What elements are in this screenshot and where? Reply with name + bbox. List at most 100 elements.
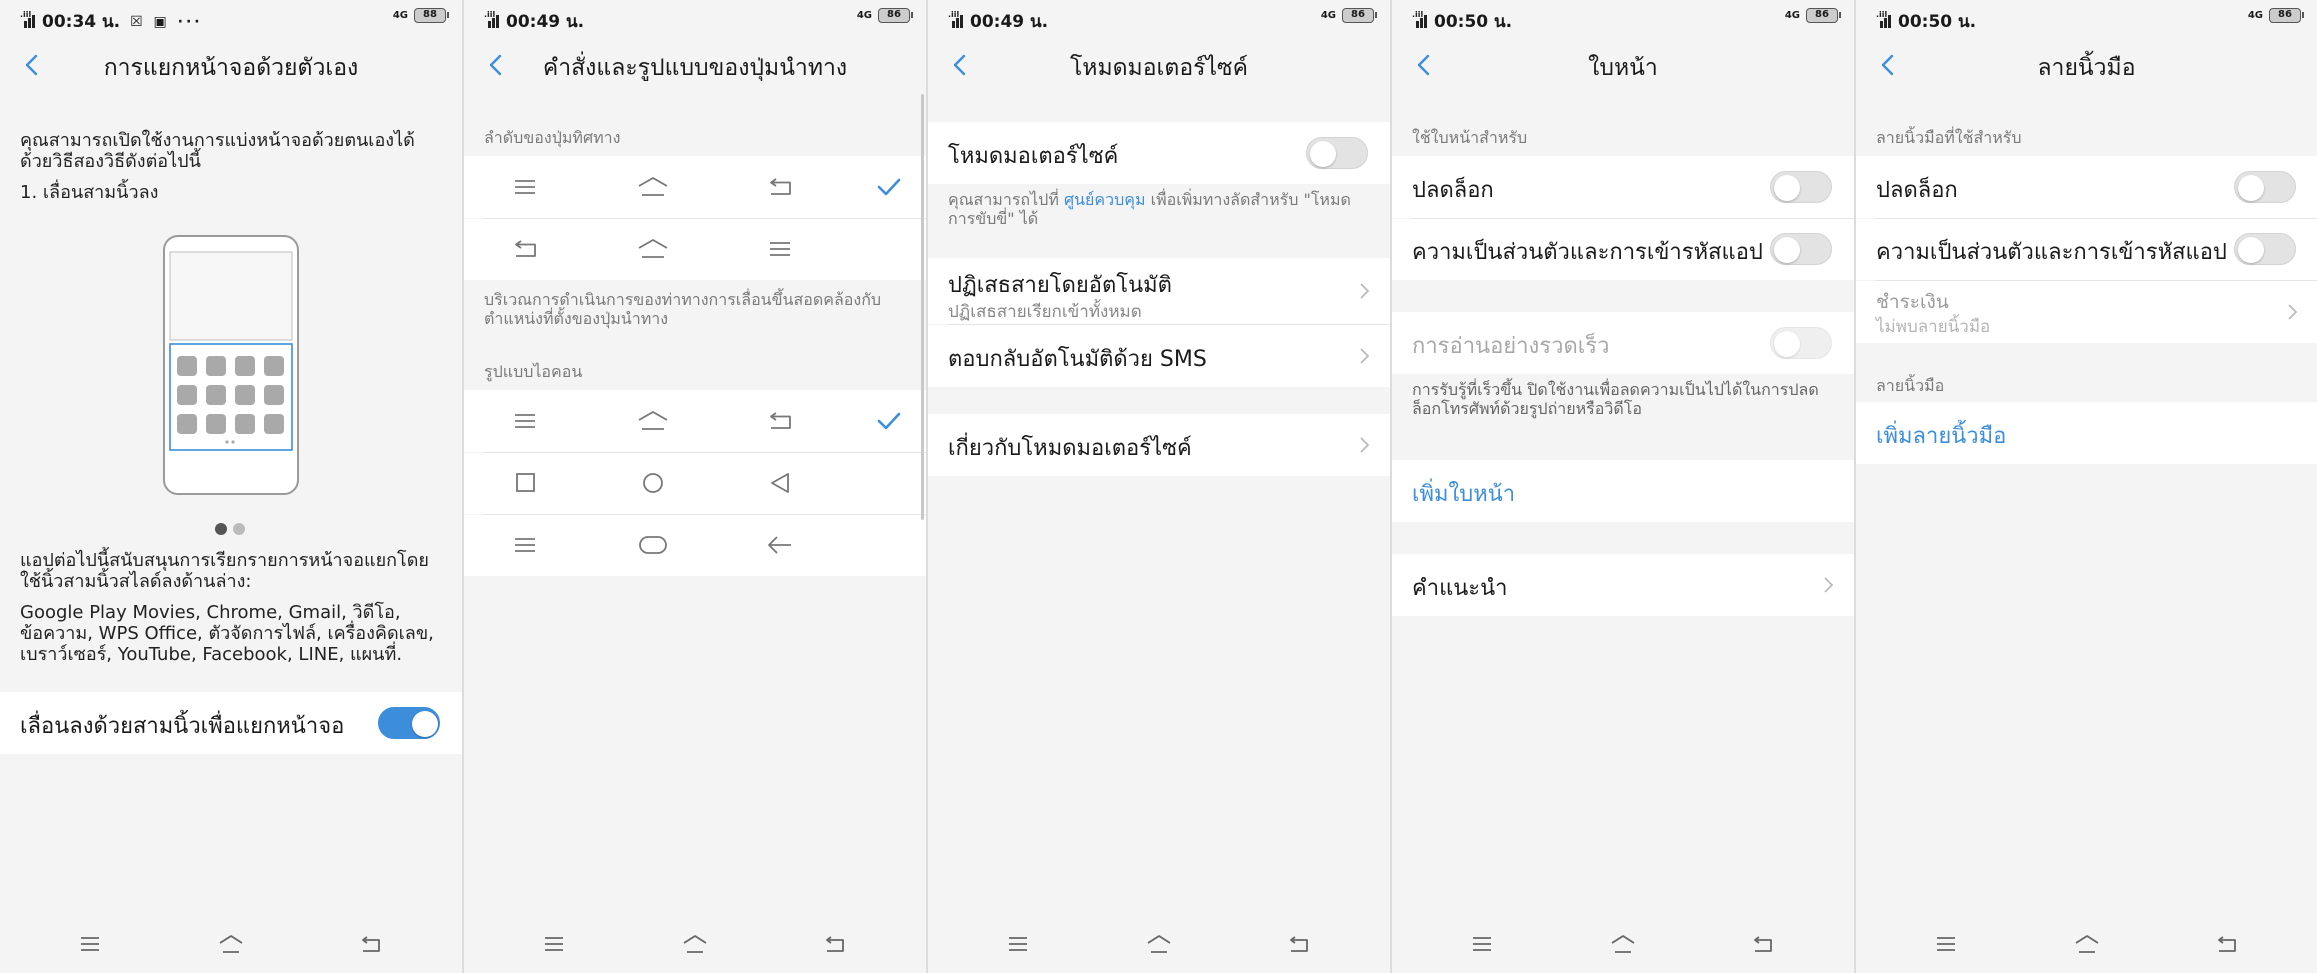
selected-check-icon	[877, 178, 901, 196]
add-face-button[interactable]: เพิ่มใบหน้า	[1412, 476, 1515, 511]
face-unlock-row[interactable]: ปลดล็อก	[1392, 156, 1854, 218]
three-finger-row[interactable]: เลื่อนลงด้วยสามนิ้วเพื่อแยกหน้าจอ	[0, 692, 462, 754]
payment-row[interactable]: ชำระเงิน ไม่พบลายนิ้วมือ	[1856, 281, 2317, 343]
motorbike-toggle[interactable]	[1306, 137, 1368, 169]
fingerprint-privacy-label: ความเป็นส่วนตัวและการเข้ารหัสแอป	[1876, 240, 2227, 265]
circle-icon	[643, 473, 663, 493]
menu-icon	[515, 538, 535, 552]
quick-read-toggle[interactable]	[1770, 327, 1832, 359]
auto-reply-row[interactable]: ตอบกลับอัตโนมัติด้วย SMS	[928, 325, 1390, 387]
menu-icon	[770, 242, 790, 256]
battery-icon: 86	[1342, 8, 1377, 23]
home-icon[interactable]	[1146, 933, 1172, 955]
back-icon[interactable]	[358, 933, 384, 955]
intro-text: คุณสามารถเปิดใช้งานการแบ่งหน้าจอด้วยตนเอ…	[20, 130, 415, 172]
order-row-2[interactable]	[464, 219, 926, 280]
about-motorbike-row[interactable]: เกี่ยวกับโหมดมอเตอร์ไซค์	[928, 414, 1390, 476]
back-arrow-icon[interactable]	[1414, 54, 1436, 76]
quick-read-label: การอ่านอย่างรวดเร็ว	[1412, 334, 1610, 359]
supported-apps-header: แอปต่อไปนี้สนับสนุนการเรียกรายการหน้าจอแ…	[20, 550, 429, 592]
arrow-left-icon	[768, 536, 791, 554]
style-row-1[interactable]	[464, 390, 926, 452]
status-time: 00:50 น.	[1434, 12, 1513, 32]
back-arrow-icon[interactable]	[950, 54, 972, 76]
home-icon[interactable]	[1610, 933, 1636, 955]
battery-icon: 88	[414, 8, 449, 23]
home-icon[interactable]	[218, 933, 244, 955]
page-title: ใบหน้า	[1588, 55, 1658, 81]
menu-icon[interactable]	[541, 933, 567, 955]
status-bar: .iil 00:34 น. ☒ ▣ ··· 4G 88	[0, 0, 462, 36]
style-row-2[interactable]	[464, 453, 926, 514]
motorbike-label: โหมดมอเตอร์ไซค์	[948, 144, 1119, 169]
control-center-link[interactable]: ศูนย์ควบคุม	[1064, 190, 1146, 209]
pill-icon	[639, 536, 667, 554]
face-unlock-toggle[interactable]	[1770, 171, 1832, 203]
about-motorbike-label: เกี่ยวกับโหมดมอเตอร์ไซค์	[948, 436, 1192, 461]
nav-bar	[1392, 915, 1854, 973]
section-button-order: ลำดับของปุ่มทิศทาง	[484, 128, 621, 147]
screen-motorbike-mode: .iil 00:49 น. 4G 86 โหมดมอเตอร์ไซค์ โหมด…	[928, 0, 1390, 973]
fingerprint-privacy-row[interactable]: ความเป็นส่วนตัวและการเข้ารหัสแอป	[1856, 219, 2317, 280]
apps-line-3: เบราว์เซอร์, YouTube, Facebook, LINE, แผ…	[20, 644, 403, 665]
back-arrow-icon[interactable]	[22, 54, 44, 76]
order-row-1[interactable]	[464, 156, 926, 218]
quick-read-row[interactable]: การอ่านอย่างรวดเร็ว	[1392, 312, 1854, 374]
menu-icon[interactable]	[1933, 933, 1959, 955]
menu-icon[interactable]	[1469, 933, 1495, 955]
add-face-row[interactable]: เพิ่มใบหน้า	[1392, 460, 1854, 522]
face-privacy-row[interactable]: ความเป็นส่วนตัวและการเข้ารหัสแอป	[1392, 219, 1854, 280]
network-type: 4G	[1320, 9, 1336, 21]
face-unlock-label: ปลดล็อก	[1412, 178, 1494, 203]
apps-line-1: Google Play Movies, Chrome, Gmail, วิดีโ…	[20, 602, 401, 623]
menu-icon[interactable]	[77, 933, 103, 955]
back-icon[interactable]	[1750, 933, 1776, 955]
apps-line-2: ข้อความ, WPS Office, ตัวจัดการไฟล์, เครื…	[20, 623, 434, 644]
square-icon	[516, 473, 535, 492]
fingerprint-unlock-row[interactable]: ปลดล็อก	[1856, 156, 2317, 218]
style-row-3[interactable]	[464, 515, 926, 576]
nav-bar	[0, 915, 462, 973]
signal-icon: .iil	[1412, 10, 1430, 30]
back-icon[interactable]	[2214, 933, 2240, 955]
auto-reject-label: ปฏิเสธสายโดยอัตโนมัติ	[948, 273, 1172, 298]
fingerprint-unlock-toggle[interactable]	[2234, 171, 2296, 203]
screen-navigation-buttons: .iil 00:49 น. 4G 86 คำสั่งและรูปแบบของปุ…	[464, 0, 926, 973]
chevron-right-icon	[1360, 283, 1370, 299]
page-title: ลายนิ้วมือ	[2037, 55, 2136, 81]
auto-reject-sub: ปฏิเสธสายเรียกเข้าทั้งหมด	[948, 302, 1142, 322]
back-icon[interactable]	[1286, 933, 1312, 955]
menu-icon[interactable]	[1005, 933, 1031, 955]
add-fingerprint-row[interactable]: เพิ่มลายนิ้วมือ	[1856, 402, 2317, 464]
fingerprint-unlock-label: ปลดล็อก	[1876, 178, 1958, 203]
chevron-right-icon	[1360, 348, 1370, 364]
section-fingerprint-for: ลายนิ้วมือที่ใช้สำหรับ	[1876, 128, 2022, 147]
motorbike-toggle-row[interactable]: โหมดมอเตอร์ไซค์	[928, 122, 1390, 184]
back-icon	[515, 240, 536, 257]
notification-icons: ☒ ▣ ···	[130, 13, 203, 30]
network-type: 4G	[856, 9, 872, 21]
tips-row[interactable]: คำแนะนำ	[1392, 554, 1854, 616]
home-icon[interactable]	[682, 933, 708, 955]
auto-reject-row[interactable]: ปฏิเสธสายโดยอัตโนมัติ ปฏิเสธสายเรียกเข้า…	[928, 258, 1390, 324]
selected-check-icon	[877, 412, 901, 430]
page-indicator	[215, 523, 245, 535]
nav-bar	[1856, 915, 2317, 973]
face-privacy-toggle[interactable]	[1770, 233, 1832, 265]
signal-icon: .iil	[1876, 10, 1894, 30]
back-arrow-icon[interactable]	[486, 54, 508, 76]
scrollbar[interactable]	[921, 94, 924, 520]
add-fingerprint-button[interactable]: เพิ่มลายนิ้วมือ	[1876, 418, 2006, 453]
screen-split-screen: .iil 00:34 น. ☒ ▣ ··· 4G 88 การแยกหน้าจอ…	[0, 0, 462, 973]
battery-icon: 86	[878, 8, 913, 23]
tips-label: คำแนะนำ	[1412, 576, 1508, 601]
back-icon	[770, 178, 791, 195]
menu-icon	[515, 414, 535, 428]
back-icon[interactable]	[822, 933, 848, 955]
network-type: 4G	[2247, 9, 2263, 21]
nav-bar	[464, 915, 926, 973]
home-icon[interactable]	[2074, 933, 2100, 955]
fingerprint-privacy-toggle[interactable]	[2234, 233, 2296, 265]
three-finger-toggle[interactable]	[378, 707, 440, 739]
back-arrow-icon[interactable]	[1878, 54, 1900, 76]
